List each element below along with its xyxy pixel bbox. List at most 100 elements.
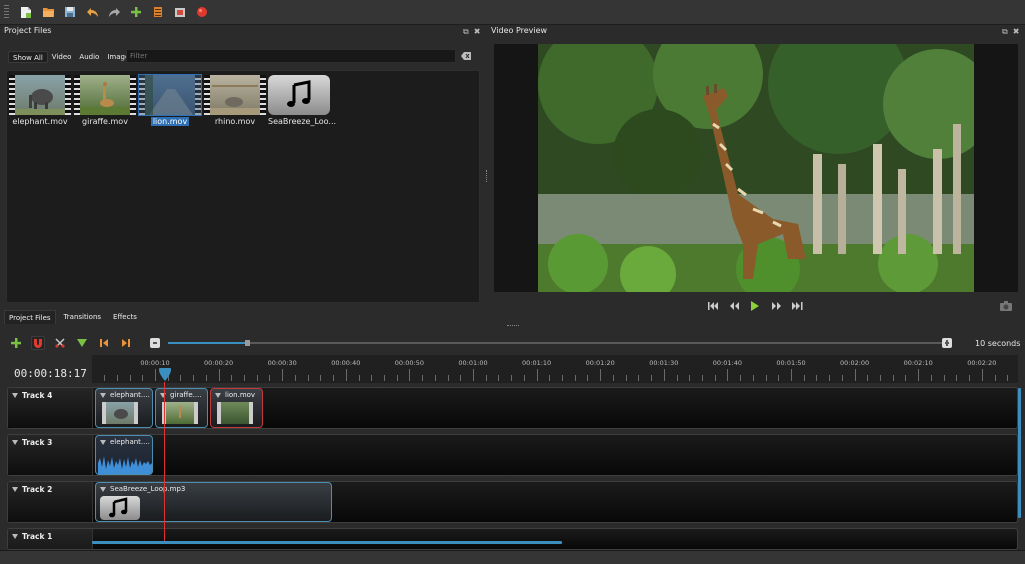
previous-marker-icon[interactable] bbox=[97, 336, 111, 350]
clip-giraffe[interactable]: giraffe.... bbox=[155, 388, 208, 428]
jump-end-icon[interactable] bbox=[791, 300, 803, 312]
file-item-seabreeze[interactable]: SeaBreeze_Loo... bbox=[268, 75, 336, 126]
ruler-tick bbox=[205, 375, 207, 381]
clip-elephant-audio[interactable]: elephant.... bbox=[95, 435, 153, 475]
track-4[interactable]: Track 4 elephant.... giraffe.... lion.mo… bbox=[7, 387, 1018, 429]
track-header[interactable]: Track 4 bbox=[8, 388, 93, 428]
tab-transitions[interactable]: Transitions bbox=[60, 310, 106, 324]
float-panel-icon[interactable]: ⧉ bbox=[463, 27, 469, 37]
ruler-time-label: 00:01:00 bbox=[458, 359, 488, 367]
snap-magnet-icon[interactable] bbox=[31, 336, 45, 350]
file-label: giraffe.mov bbox=[82, 117, 128, 126]
ruler-tick bbox=[155, 369, 156, 381]
add-track-icon[interactable] bbox=[9, 336, 23, 350]
track-header[interactable]: Track 1 bbox=[8, 529, 93, 549]
playhead-line bbox=[164, 382, 165, 544]
file-item-lion[interactable]: lion.mov bbox=[138, 74, 202, 126]
redo-icon[interactable] bbox=[107, 5, 121, 19]
chevron-down-icon[interactable] bbox=[160, 393, 166, 398]
tab-project-files[interactable]: Project Files bbox=[4, 310, 56, 324]
filter-input[interactable] bbox=[126, 49, 456, 63]
ruler-tick bbox=[307, 375, 309, 381]
ruler-tick bbox=[791, 369, 792, 381]
filter-show-all[interactable]: Show All bbox=[8, 51, 48, 63]
playhead-handle[interactable] bbox=[158, 364, 172, 382]
timeline-ruler[interactable]: 00:00:10 00:00:20 00:00:30 00:00:40 00:00:50… bbox=[92, 355, 1018, 383]
next-marker-icon[interactable] bbox=[119, 336, 133, 350]
video-preview-canvas bbox=[494, 44, 1018, 292]
clip-title: elephant.... bbox=[110, 391, 150, 399]
timeline-zoom-slider[interactable] bbox=[148, 337, 954, 349]
panel-splitter-horizontal[interactable] bbox=[507, 325, 519, 327]
ruler-tick bbox=[511, 375, 513, 381]
ruler-tick bbox=[625, 375, 627, 381]
timeline-horizontal-scrollbar[interactable] bbox=[92, 541, 562, 544]
ruler-tick bbox=[116, 375, 118, 381]
ruler-tick bbox=[651, 375, 653, 381]
close-panel-icon[interactable]: ✖ bbox=[1013, 27, 1020, 37]
chevron-down-icon[interactable] bbox=[12, 534, 18, 539]
file-label: SeaBreeze_Loo... bbox=[268, 117, 337, 126]
import-files-icon[interactable] bbox=[129, 5, 143, 19]
clip-lion[interactable]: lion.mov bbox=[210, 388, 263, 428]
track-name: Track 3 bbox=[22, 438, 53, 447]
track-header[interactable]: Track 3 bbox=[8, 435, 93, 475]
ruler-time-label: 00:00:30 bbox=[267, 359, 297, 367]
chevron-down-icon[interactable] bbox=[100, 393, 106, 398]
file-item-rhino[interactable]: rhino.mov bbox=[204, 75, 266, 126]
add-marker-icon[interactable] bbox=[75, 336, 89, 350]
float-panel-icon[interactable]: ⧉ bbox=[1002, 27, 1008, 37]
chevron-down-icon[interactable] bbox=[12, 487, 18, 492]
clip-title: lion.mov bbox=[225, 391, 256, 399]
ruler-tick bbox=[969, 375, 971, 381]
ruler-tick bbox=[816, 375, 818, 381]
track-1[interactable]: Track 1 bbox=[7, 528, 1018, 550]
tab-effects[interactable]: Effects bbox=[109, 310, 141, 324]
ruler-tick bbox=[638, 375, 640, 381]
ruler-time-label: 00:01:20 bbox=[585, 359, 615, 367]
profile-icon[interactable] bbox=[151, 5, 165, 19]
chevron-down-icon[interactable] bbox=[100, 487, 106, 492]
clip-title: giraffe.... bbox=[170, 391, 202, 399]
video-preview-title: Video Preview bbox=[491, 26, 548, 35]
jump-start-icon[interactable] bbox=[707, 300, 719, 312]
play-icon[interactable] bbox=[749, 300, 761, 312]
panel-splitter-vertical[interactable] bbox=[486, 170, 488, 182]
track-2[interactable]: Track 2 SeaBreeze_Loop.mp3 bbox=[7, 481, 1018, 523]
razor-icon[interactable] bbox=[53, 336, 67, 350]
clear-filter-icon[interactable] bbox=[461, 52, 471, 60]
file-item-elephant[interactable]: elephant.mov bbox=[9, 75, 71, 126]
timeline-vertical-scrollbar[interactable] bbox=[1018, 388, 1021, 518]
rewind-icon[interactable] bbox=[728, 300, 740, 312]
clip-elephant[interactable]: elephant.... bbox=[95, 388, 153, 428]
fast-forward-icon[interactable] bbox=[770, 300, 782, 312]
chevron-down-icon[interactable] bbox=[12, 440, 18, 445]
chevron-down-icon[interactable] bbox=[100, 440, 106, 445]
close-panel-icon[interactable]: ✖ bbox=[474, 27, 481, 37]
ruler-tick bbox=[714, 375, 716, 381]
camera-icon[interactable] bbox=[1000, 301, 1012, 311]
new-project-icon[interactable] bbox=[19, 5, 33, 19]
open-project-icon[interactable] bbox=[41, 5, 55, 19]
file-label: rhino.mov bbox=[214, 117, 256, 126]
ruler-tick bbox=[269, 375, 271, 381]
chevron-down-icon[interactable] bbox=[12, 393, 18, 398]
filter-video[interactable]: Video bbox=[48, 51, 76, 63]
ruler-tick bbox=[663, 369, 665, 381]
track-header[interactable]: Track 2 bbox=[8, 482, 93, 522]
chevron-down-icon[interactable] bbox=[215, 393, 221, 398]
undo-icon[interactable] bbox=[85, 5, 99, 19]
ruler-tick bbox=[549, 375, 551, 381]
file-label: elephant.mov bbox=[12, 117, 68, 126]
toolbar-grip[interactable] bbox=[4, 5, 9, 19]
ruler-tick bbox=[778, 375, 780, 381]
track-3[interactable]: Track 3 elephant.... bbox=[7, 434, 1018, 476]
clip-seabreeze[interactable]: SeaBreeze_Loop.mp3 bbox=[95, 482, 332, 522]
ruler-tick bbox=[676, 375, 678, 381]
export-icon[interactable] bbox=[173, 5, 187, 19]
ruler-tick bbox=[1007, 375, 1009, 381]
record-icon[interactable] bbox=[195, 5, 209, 19]
save-project-icon[interactable] bbox=[63, 5, 77, 19]
filter-audio[interactable]: Audio bbox=[75, 51, 103, 63]
file-item-giraffe[interactable]: giraffe.mov bbox=[74, 75, 136, 126]
